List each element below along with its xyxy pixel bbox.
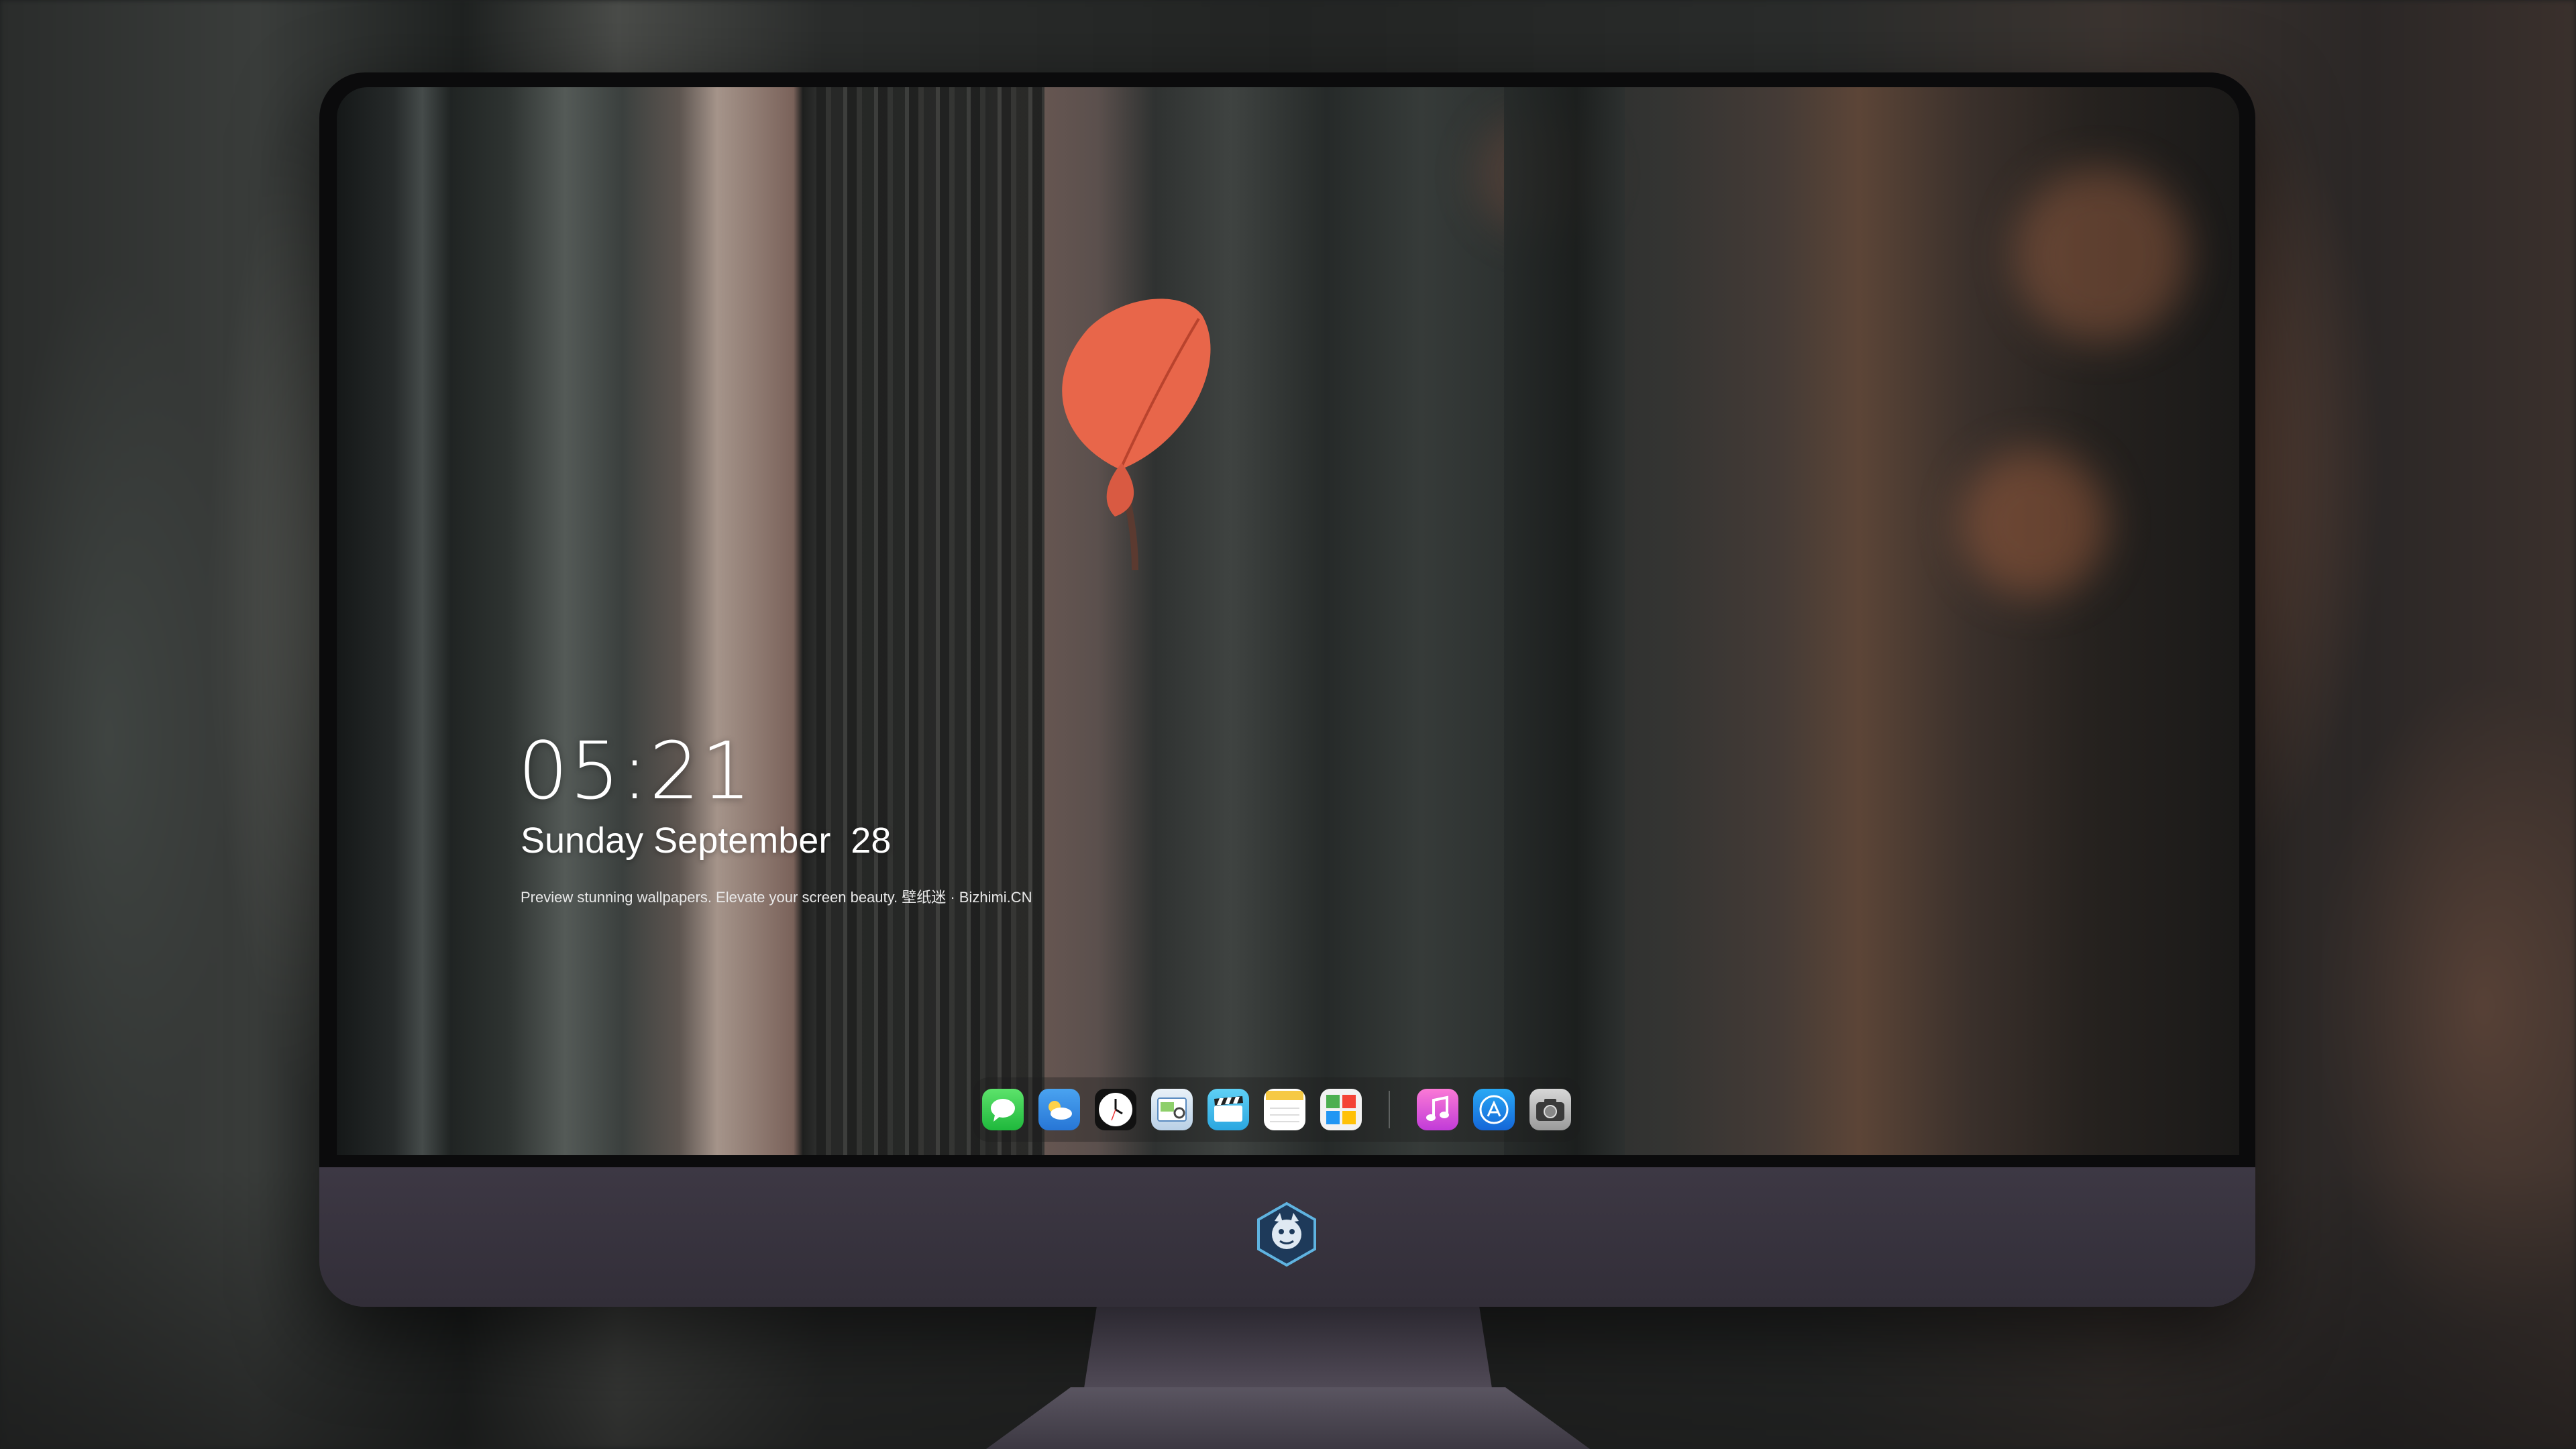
clips-icon[interactable] xyxy=(1208,1089,1249,1130)
app-store-icon[interactable] xyxy=(1473,1089,1515,1130)
photo-booth-icon[interactable] xyxy=(1320,1089,1362,1130)
lock-screen: 05:21 Sunday September 28 Preview stunni… xyxy=(337,87,2239,1155)
clock-icon[interactable] xyxy=(1095,1089,1136,1130)
brand-logo-icon xyxy=(1252,1199,1322,1269)
tree-trunk xyxy=(1504,87,1625,1155)
music-icon[interactable] xyxy=(1417,1089,1458,1130)
leaf-icon xyxy=(1062,299,1211,570)
bokeh-light xyxy=(1960,449,2108,597)
screenshot-icon[interactable] xyxy=(1529,1089,1571,1130)
dock-separator xyxy=(1389,1091,1390,1128)
lockscreen-date: Sunday September 28 xyxy=(521,820,892,861)
lockscreen-tagline: Preview stunning wallpapers. Elevate you… xyxy=(521,889,1032,906)
monitor-stand-base xyxy=(986,1387,1590,1449)
weather-icon[interactable] xyxy=(1038,1089,1080,1130)
notes-icon[interactable] xyxy=(1264,1089,1305,1130)
dock xyxy=(973,1077,1580,1142)
lockscreen-clock: 05:21 xyxy=(518,724,753,817)
preview-icon[interactable] xyxy=(1151,1089,1193,1130)
bokeh-light xyxy=(2014,168,2188,342)
tree-trunk xyxy=(816,87,1044,1155)
messages-icon[interactable] xyxy=(982,1089,1024,1130)
